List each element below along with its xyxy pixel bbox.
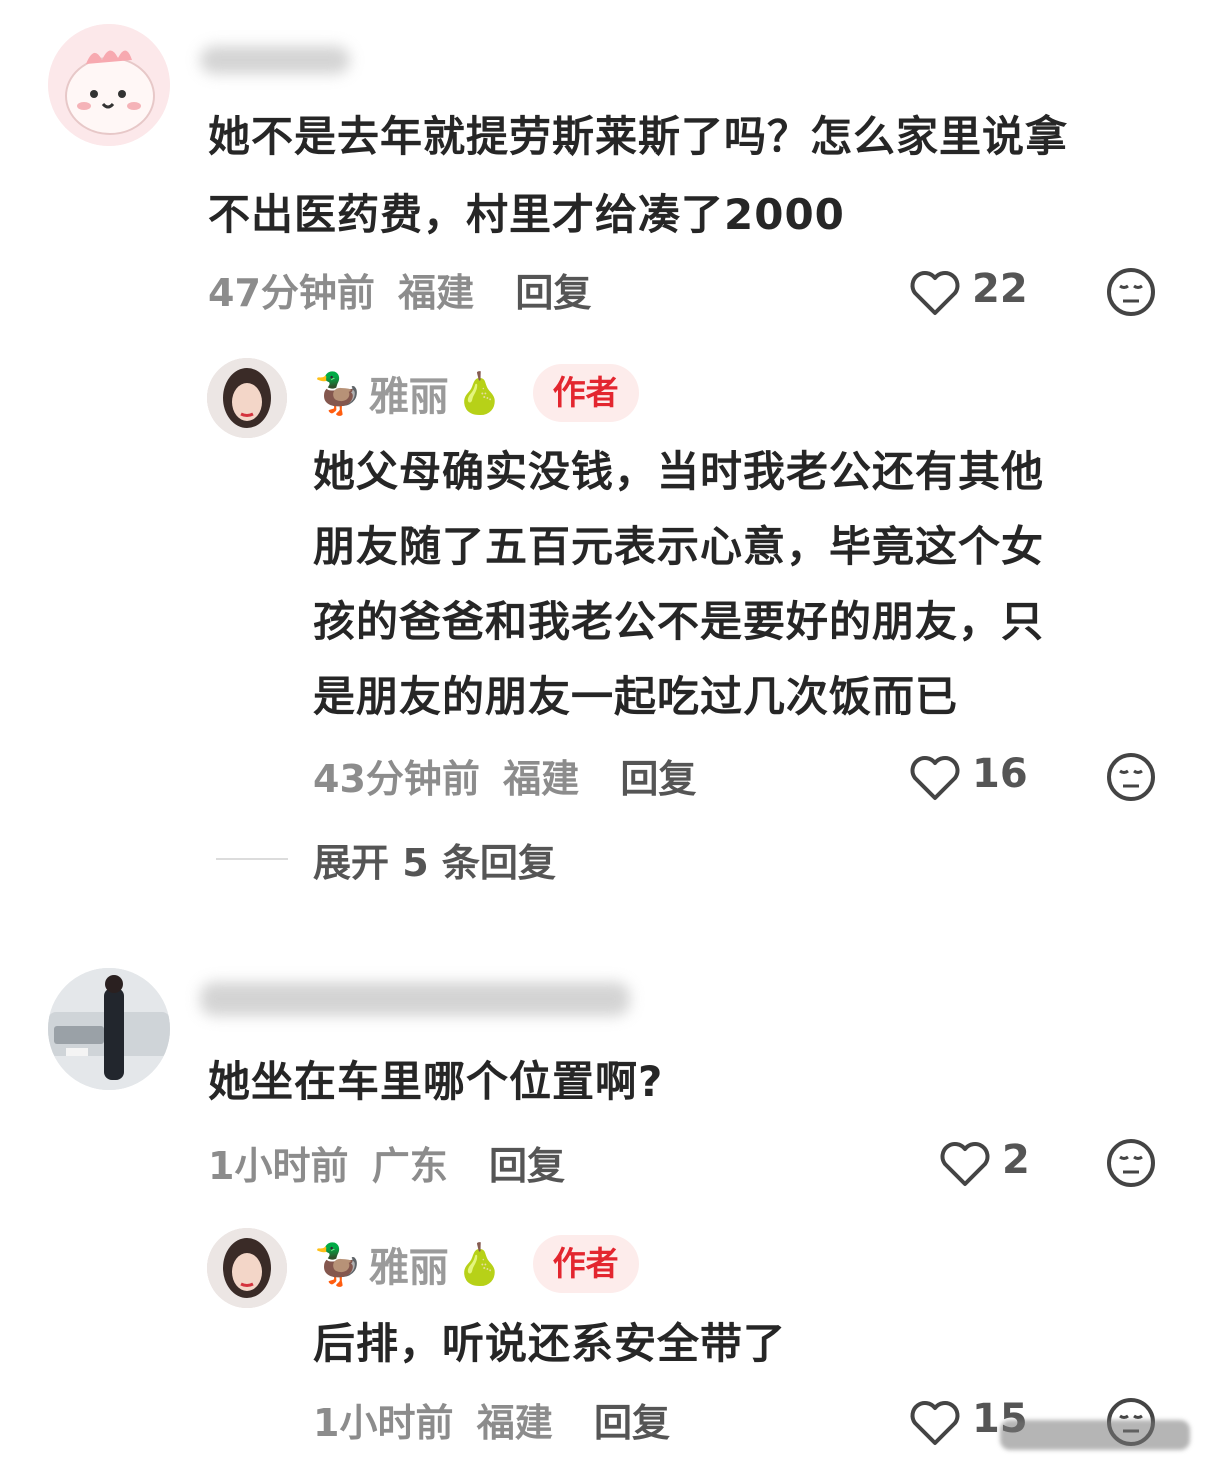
username-blurred[interactable] — [200, 46, 350, 74]
pear-icon: 🍐 — [454, 1241, 505, 1288]
reply-meta: 43分钟前 福建 回复 — [313, 748, 696, 803]
avatar[interactable] — [48, 968, 170, 1090]
author-avatar-image — [207, 358, 287, 438]
like-count: 2 — [1002, 1137, 1030, 1183]
heart-icon — [910, 1401, 960, 1445]
location: 广东 — [371, 1144, 448, 1188]
like-count: 16 — [972, 751, 1028, 797]
pear-icon: 🍐 — [454, 370, 505, 417]
reply-button[interactable]: 回复 — [515, 271, 591, 315]
dislike-face-icon[interactable] — [1105, 751, 1157, 803]
duck-icon: 🦆 — [313, 370, 363, 417]
timestamp: 47分钟前 — [208, 271, 375, 315]
expand-replies-button[interactable]: 展开 5 条回复 — [313, 832, 556, 887]
heart-icon — [910, 756, 960, 800]
comment-text-line: 不出医药费，村里才给凑了2000 — [208, 190, 845, 239]
reply-button[interactable]: 回复 — [594, 1401, 670, 1445]
like-button[interactable]: 16 — [908, 749, 1048, 805]
author-name[interactable]: 雅丽 — [369, 364, 449, 422]
like-count: 22 — [972, 266, 1028, 312]
location: 福建 — [476, 1401, 553, 1445]
reply-text-line: 孩的爸爸和我老公不是要好的朋友，只 — [313, 597, 1045, 646]
reply-text: 后排，听说还系安全带了 — [313, 1319, 787, 1368]
cartoon-avatar-image — [48, 24, 170, 146]
heart-icon — [910, 271, 960, 315]
comment-text: 她坐在车里哪个位置啊? — [208, 1057, 664, 1106]
author-row: 🦆 雅丽 🍐 作者 — [313, 1229, 639, 1299]
comment-text-line: 她不是去年就提劳斯莱斯了吗？怎么家里说拿 — [208, 112, 1069, 161]
username-blurred[interactable] — [200, 982, 630, 1016]
reply-text-line: 是朋友的朋友一起吃过几次饭而已 — [313, 672, 959, 721]
dislike-face-icon[interactable] — [1105, 266, 1157, 318]
author-badge: 作者 — [532, 1235, 639, 1293]
comment-meta: 47分钟前 福建 回复 — [208, 262, 591, 317]
like-button[interactable]: 2 — [938, 1135, 1048, 1191]
comment-text: 她不是去年就提劳斯莱斯了吗？怎么家里说拿 不出医药费，村里才给凑了2000 — [208, 98, 1183, 254]
watermark — [1000, 1420, 1190, 1450]
heart-icon — [940, 1142, 990, 1186]
reply-text-line: 朋友随了五百元表示心意，毕竟这个女 — [313, 522, 1045, 571]
author-badge: 作者 — [532, 364, 639, 422]
comment-meta: 1小时前 广东 回复 — [208, 1135, 565, 1190]
reply-text-line: 她父母确实没钱，当时我老公还有其他 — [313, 447, 1045, 496]
author-row: 🦆 雅丽 🍐 作者 — [313, 358, 639, 428]
author-name[interactable]: 雅丽 — [369, 1235, 449, 1293]
duck-icon: 🦆 — [313, 1241, 363, 1288]
location: 福建 — [503, 757, 580, 801]
expand-divider — [216, 858, 288, 860]
reply-button[interactable]: 回复 — [489, 1144, 565, 1188]
timestamp: 43分钟前 — [313, 757, 480, 801]
reply-text: 她父母确实没钱，当时我老公还有其他 朋友随了五百元表示心意，毕竟这个女 孩的爸爸… — [313, 434, 1183, 734]
like-button[interactable]: 22 — [908, 264, 1048, 320]
author-avatar[interactable] — [207, 1228, 287, 1308]
avatar[interactable] — [48, 24, 170, 146]
reply-meta: 1小时前 福建 回复 — [313, 1392, 670, 1447]
author-avatar-image — [207, 1228, 287, 1308]
timestamp: 1小时前 — [313, 1401, 454, 1445]
reply-button[interactable]: 回复 — [620, 757, 696, 801]
author-avatar[interactable] — [207, 358, 287, 438]
car-avatar-image — [48, 968, 170, 1090]
dislike-face-icon[interactable] — [1105, 1137, 1157, 1189]
timestamp: 1小时前 — [208, 1144, 349, 1188]
location: 福建 — [398, 271, 475, 315]
